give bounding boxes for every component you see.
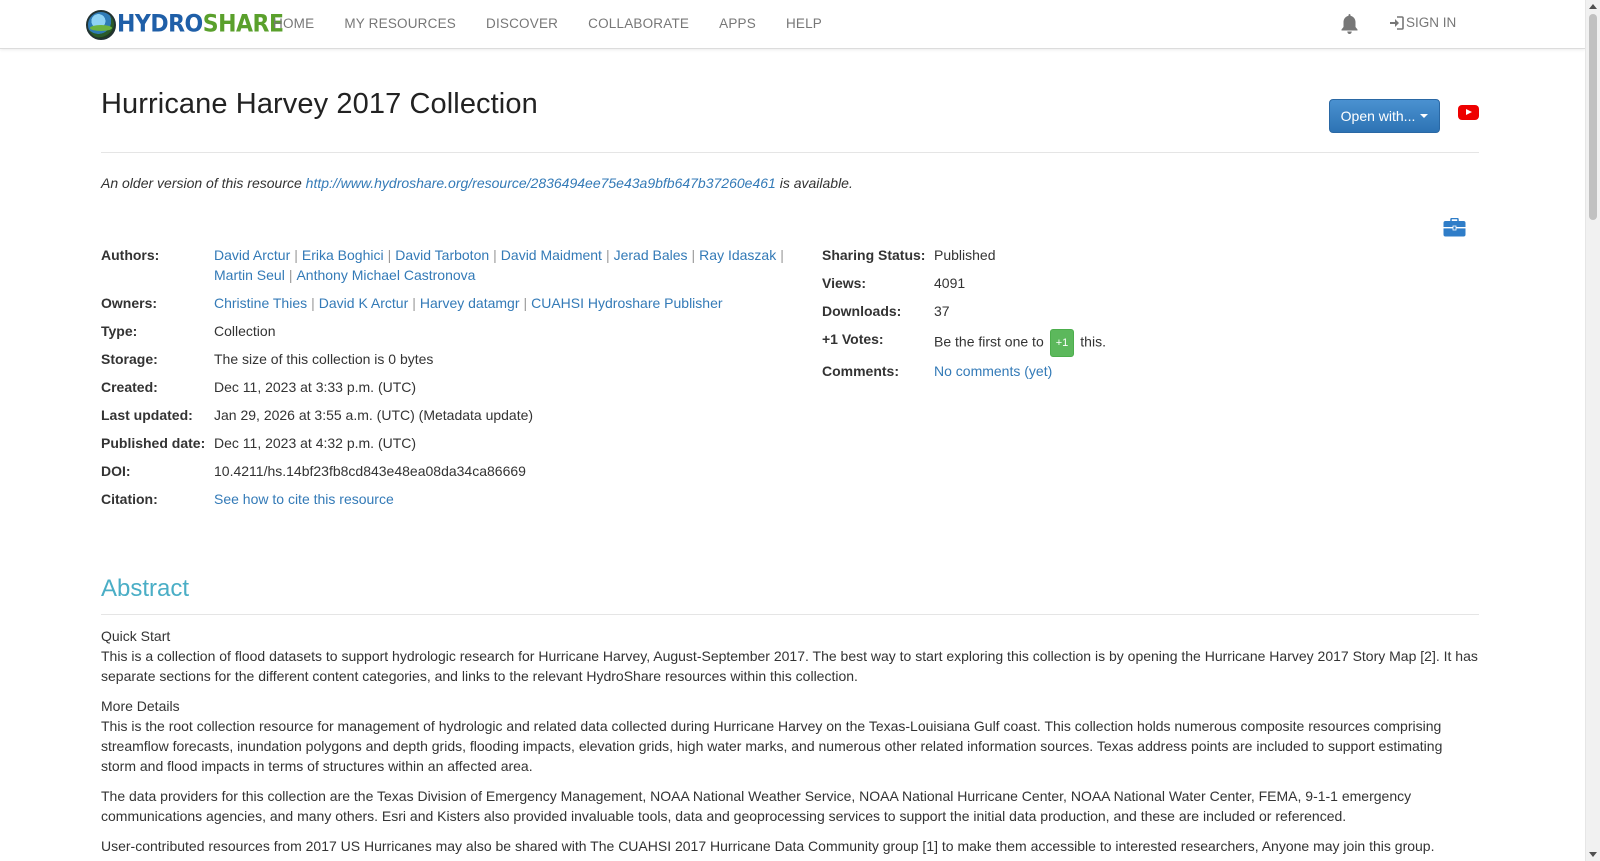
briefcase-icon[interactable] [1443, 218, 1466, 237]
sharing-status-value: Published [934, 247, 996, 263]
title-divider [101, 152, 1479, 153]
author-link[interactable]: Anthony Michael Castronova [296, 267, 475, 283]
author-link[interactable]: Martin Seul [214, 267, 285, 283]
published-row: Published date: [101, 433, 205, 453]
older-version-link[interactable]: http://www.hydroshare.org/resource/28364… [306, 175, 776, 191]
user-contributed-text: User-contributed resources from 2017 US … [101, 838, 1435, 854]
author-link[interactable]: Erika Boghici [302, 247, 384, 263]
type-label: Type: [101, 323, 138, 339]
owner-link[interactable]: David K Arctur [319, 295, 408, 311]
author-link[interactable]: Ray Idaszak [699, 247, 776, 263]
older-version-notice: An older version of this resource http:/… [101, 175, 853, 191]
owners-label: Owners: [101, 295, 158, 311]
nav-apps[interactable]: APPS [704, 16, 771, 31]
citation-link[interactable]: See how to cite this resource [214, 489, 394, 509]
data-providers-text: The data providers for this collection a… [101, 788, 1412, 824]
hydroshare-logo[interactable]: HYDROSHARE [86, 8, 284, 41]
sharing-status-label: Sharing Status: [822, 247, 926, 263]
resource-title: Hurricane Harvey 2017 Collection [101, 88, 538, 120]
sharing-status-row: Sharing Status: [822, 245, 925, 265]
authors-list-line2: Martin Seul | Anthony Michael Castronova [214, 267, 476, 283]
published-value: Dec 11, 2023 at 4:32 p.m. (UTC) [214, 435, 417, 451]
published-label: Published date: [101, 435, 206, 451]
doi-row: DOI: [101, 461, 131, 481]
created-row: Created: [101, 377, 158, 397]
scroll-thumb[interactable] [1589, 14, 1597, 220]
open-with-button[interactable]: Open with... [1329, 99, 1440, 133]
author-link[interactable]: David Maidment [501, 247, 602, 263]
storage-row: Storage: [101, 349, 158, 369]
comments-link[interactable]: No comments (yet) [934, 361, 1052, 381]
sign-in-icon [1390, 15, 1404, 30]
downloads-label: Downloads: [822, 303, 902, 319]
youtube-icon[interactable] [1458, 105, 1479, 120]
downloads-row: Downloads: [822, 301, 901, 321]
doi-value: 10.4211/hs.14bf23fb8cd843e48ea08da34ca86… [214, 463, 526, 479]
author-link[interactable]: David Arctur [214, 247, 290, 263]
storage-label: Storage: [101, 351, 158, 367]
type-value: Collection [214, 323, 276, 339]
owners-row: Owners: [101, 293, 157, 313]
doi-label: DOI: [101, 463, 131, 479]
views-row: Views: [822, 273, 866, 293]
nav-home[interactable]: HOME [258, 16, 329, 31]
globe-icon [86, 9, 116, 40]
nav-discover[interactable]: DISCOVER [471, 16, 573, 31]
authors-list-line1: David Arctur | Erika Boghici | David Tarboto… [214, 247, 784, 263]
open-with-label: Open with... [1340, 108, 1416, 124]
more-details-text: This is the root collection resource for… [101, 718, 1443, 774]
nav-my-resources[interactable]: MY RESOURCES [329, 16, 471, 31]
authors-label: Authors: [101, 247, 160, 263]
comments-row: Comments: [822, 361, 899, 381]
scroll-down-arrow[interactable] [1589, 852, 1597, 857]
nav-collaborate[interactable]: COLLABORATE [573, 16, 704, 31]
quick-start-heading: Quick Start [101, 628, 171, 644]
owner-link[interactable]: Harvey datamgr [420, 295, 520, 311]
nav-help[interactable]: HELP [771, 16, 837, 31]
citation-label: Citation: [101, 491, 158, 507]
author-link[interactable]: David Tarboton [395, 247, 489, 263]
votes-row: +1 Votes: [822, 329, 884, 349]
authors-row: Authors: [101, 245, 159, 265]
downloads-value: 37 [934, 303, 950, 319]
updated-value: Jan 29, 2026 at 3:55 a.m. (UTC) (Metadat… [214, 407, 534, 423]
votes-label: +1 Votes: [822, 331, 884, 347]
bell-icon[interactable] [1340, 13, 1359, 35]
top-navbar: HYDROSHARE HOME MY RESOURCES DISCOVER CO… [0, 0, 1585, 49]
abstract-divider [101, 614, 1479, 615]
votes-value: Be the first one to +1 this. [934, 329, 1106, 357]
page-scrollbar[interactable] [1585, 0, 1600, 861]
owner-link[interactable]: Christine Thies [214, 295, 307, 311]
comments-label: Comments: [822, 363, 900, 379]
storage-value: The size of this collection is 0 bytes [214, 351, 434, 367]
caret-down-icon [1420, 114, 1429, 118]
owners-list: Christine Thies | David K Arctur | Harvey da… [214, 295, 723, 311]
updated-label: Last updated: [101, 407, 193, 423]
type-row: Type: [101, 321, 137, 341]
plus-one-button[interactable]: +1 [1049, 329, 1075, 357]
views-label: Views: [822, 275, 867, 291]
owner-link[interactable]: CUAHSI Hydroshare Publisher [531, 295, 722, 311]
main-nav: HOME MY RESOURCES DISCOVER COLLABORATE A… [258, 0, 837, 46]
author-link[interactable]: Jerad Bales [614, 247, 688, 263]
created-label: Created: [101, 379, 158, 395]
views-value: 4091 [934, 275, 966, 291]
logo-text-hydro: HYDRO [117, 10, 203, 39]
created-value: Dec 11, 2023 at 3:33 p.m. (UTC) [214, 379, 417, 395]
citation-row: Citation: [101, 489, 158, 509]
updated-row: Last updated: [101, 405, 193, 425]
scroll-up-arrow[interactable] [1589, 4, 1597, 9]
more-details-heading: More Details [101, 698, 180, 714]
sign-in-link[interactable]: SIGN IN [1389, 15, 1456, 30]
abstract-heading: Abstract [101, 575, 190, 602]
quick-start-text: This is a collection of flood datasets t… [101, 648, 1478, 684]
sign-in-label: SIGN IN [1406, 15, 1457, 30]
